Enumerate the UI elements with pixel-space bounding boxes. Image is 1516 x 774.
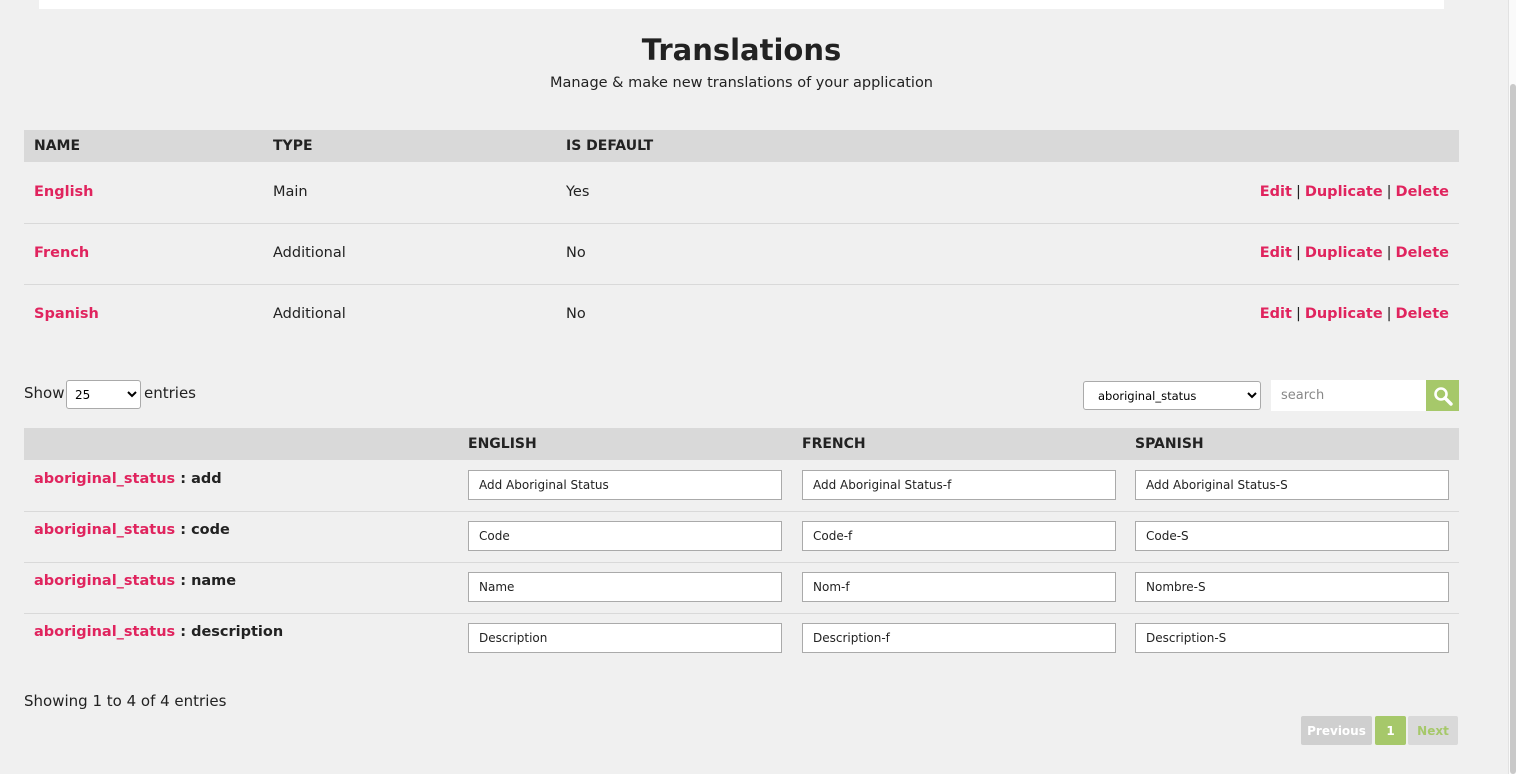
action-separator: | — [1295, 245, 1301, 261]
duplicate-link[interactable]: Duplicate — [1305, 306, 1383, 322]
spanish-translation-field[interactable] — [1135, 521, 1449, 551]
english-translation-field[interactable] — [468, 521, 782, 551]
search-icon — [1433, 386, 1453, 406]
translation-key-name: : description — [180, 624, 284, 640]
spanish-translation-field[interactable] — [1135, 623, 1449, 653]
duplicate-link[interactable]: Duplicate — [1305, 184, 1383, 200]
translation-key: aboriginal_status : add — [34, 471, 222, 487]
translation-group-link[interactable]: aboriginal_status — [34, 573, 175, 589]
french-translation-field[interactable] — [802, 623, 1116, 653]
scrollbar-thumb[interactable] — [1510, 84, 1516, 774]
table-info: Showing 1 to 4 of 4 entries — [24, 692, 227, 710]
edit-link[interactable]: Edit — [1260, 245, 1292, 261]
column-header-is-default: IS DEFAULT — [566, 138, 654, 154]
column-header-type: TYPE — [273, 138, 313, 154]
action-separator: | — [1295, 306, 1301, 322]
pagination-previous-button[interactable]: Previous — [1301, 716, 1372, 745]
translation-group-link[interactable]: aboriginal_status — [34, 624, 175, 640]
translation-row-code: aboriginal_status : code — [24, 511, 1459, 563]
spanish-translation-field[interactable] — [1135, 470, 1449, 500]
edit-link[interactable]: Edit — [1260, 184, 1292, 200]
column-header-spanish: SPANISH — [1135, 436, 1204, 452]
column-header-name: NAME — [34, 138, 81, 154]
translation-group-link[interactable]: aboriginal_status — [34, 471, 175, 487]
language-type: Additional — [273, 245, 346, 261]
language-type: Additional — [273, 306, 346, 322]
pagination-next-button[interactable]: Next — [1408, 716, 1458, 745]
column-header-english: ENGLISH — [468, 436, 537, 452]
action-separator: | — [1386, 306, 1392, 322]
translation-row-add: aboriginal_status : add — [24, 460, 1459, 512]
column-header-french: FRENCH — [802, 436, 866, 452]
language-row-spanish: Spanish Additional No Edit | Duplicate | Del… — [24, 284, 1459, 345]
translation-key: aboriginal_status : name — [34, 573, 236, 589]
french-translation-field[interactable] — [802, 470, 1116, 500]
translations-table-header: ENGLISH FRENCH SPANISH — [24, 428, 1459, 460]
category-select[interactable]: aboriginal_status — [1083, 381, 1261, 410]
translation-key: aboriginal_status : code — [34, 522, 230, 538]
translation-key-name: : name — [180, 573, 237, 589]
entries-per-page-select[interactable]: 25 — [66, 380, 141, 409]
edit-link[interactable]: Edit — [1260, 306, 1292, 322]
translation-key: aboriginal_status : description — [34, 624, 283, 640]
translation-row-name: aboriginal_status : name — [24, 562, 1459, 614]
pagination-page-1[interactable]: 1 — [1375, 716, 1406, 745]
english-translation-field[interactable] — [468, 572, 782, 602]
translation-row-description: aboriginal_status : description — [24, 613, 1459, 664]
page-subtitle: Manage & make new translations of your a… — [549, 75, 934, 91]
page-title: Translations — [641, 33, 842, 67]
action-separator: | — [1386, 245, 1392, 261]
show-label: Show — [24, 384, 65, 402]
page-scrollbar[interactable] — [1508, 0, 1516, 774]
french-translation-field[interactable] — [802, 572, 1116, 602]
language-name-link[interactable]: English — [34, 184, 94, 200]
action-separator: | — [1386, 184, 1392, 200]
english-translation-field[interactable] — [468, 470, 782, 500]
top-panel — [39, 0, 1444, 9]
language-name-link[interactable]: Spanish — [34, 306, 99, 322]
duplicate-link[interactable]: Duplicate — [1305, 245, 1383, 261]
translation-key-name: : code — [180, 522, 230, 538]
translation-group-link[interactable]: aboriginal_status — [34, 522, 175, 538]
language-is-default: Yes — [566, 184, 590, 200]
languages-table-header: NAME TYPE IS DEFAULT — [24, 130, 1459, 162]
french-translation-field[interactable] — [802, 521, 1116, 551]
row-actions: Edit | Duplicate | Delete — [1260, 245, 1449, 261]
row-actions: Edit | Duplicate | Delete — [1260, 184, 1449, 200]
language-is-default: No — [566, 306, 586, 322]
spanish-translation-field[interactable] — [1135, 572, 1449, 602]
delete-link[interactable]: Delete — [1396, 245, 1449, 261]
delete-link[interactable]: Delete — [1396, 306, 1449, 322]
translation-key-name: : add — [180, 471, 222, 487]
search-button[interactable] — [1426, 380, 1459, 411]
language-row-english: English Main Yes Edit | Duplicate | Delete — [24, 162, 1459, 224]
language-name-link[interactable]: French — [34, 245, 89, 261]
action-separator: | — [1295, 184, 1301, 200]
row-actions: Edit | Duplicate | Delete — [1260, 306, 1449, 322]
english-translation-field[interactable] — [468, 623, 782, 653]
language-type: Main — [273, 184, 308, 200]
delete-link[interactable]: Delete — [1396, 184, 1449, 200]
entries-label: entries — [144, 384, 196, 402]
language-is-default: No — [566, 245, 586, 261]
language-row-french: French Additional No Edit | Duplicate | Dele… — [24, 223, 1459, 285]
search-input[interactable] — [1271, 380, 1426, 411]
